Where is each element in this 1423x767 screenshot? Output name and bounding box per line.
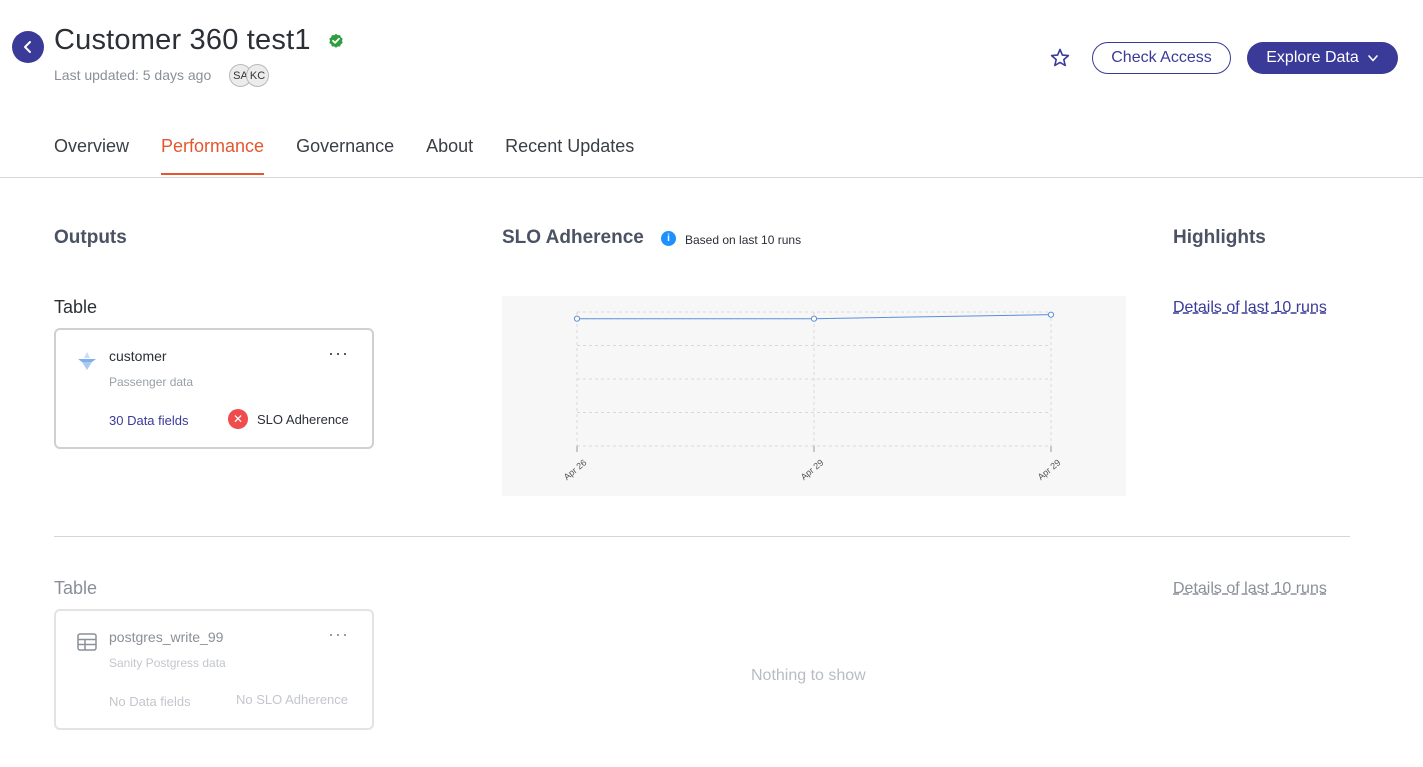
output-name: postgres_write_99 bbox=[109, 629, 224, 645]
data-point bbox=[573, 315, 581, 322]
tab-governance[interactable]: Governance bbox=[296, 136, 394, 175]
avatar[interactable]: KC bbox=[246, 64, 269, 87]
outputs-heading: Outputs bbox=[54, 227, 127, 248]
details-link[interactable]: Details of last 10 runs bbox=[1173, 299, 1327, 317]
x-tick-label: Apr 26 bbox=[562, 457, 589, 482]
x-tick-label: Apr 29 bbox=[1036, 457, 1063, 482]
chevron-down-icon bbox=[1367, 55, 1378, 62]
more-options-icon[interactable]: ··· bbox=[328, 625, 349, 643]
explore-data-label: Explore Data bbox=[1266, 49, 1359, 66]
owner-avatars: SA KC bbox=[229, 64, 273, 88]
data-point bbox=[810, 315, 818, 322]
empty-state: Nothing to show bbox=[751, 667, 866, 684]
section-divider bbox=[54, 536, 1350, 537]
table-icon bbox=[77, 633, 97, 651]
data-fields-link[interactable]: 30 Data fields bbox=[109, 413, 189, 428]
slo-chart: Apr 26 Apr 29 Apr 29 bbox=[502, 296, 1126, 496]
error-x-icon: ✕ bbox=[228, 409, 248, 429]
data-fields-link: No Data fields bbox=[109, 694, 191, 709]
highlights-heading: Highlights bbox=[1173, 227, 1266, 248]
slo-heading: SLO Adherence bbox=[502, 227, 644, 248]
back-arrow-icon bbox=[24, 41, 31, 53]
check-access-button[interactable]: Check Access bbox=[1092, 42, 1231, 74]
output-card-postgres[interactable]: postgres_write_99 Sanity Postgress data … bbox=[54, 609, 374, 730]
info-icon[interactable]: i bbox=[661, 231, 676, 246]
more-options-icon[interactable]: ··· bbox=[328, 344, 349, 362]
output-type-label: Table bbox=[54, 297, 98, 317]
tab-performance[interactable]: Performance bbox=[161, 136, 265, 175]
slo-chart-svg: Apr 26 Apr 29 Apr 29 bbox=[562, 311, 1063, 482]
last-updated: Last updated: 5 days ago bbox=[54, 67, 212, 83]
tab-recent-updates[interactable]: Recent Updates bbox=[505, 136, 634, 175]
verified-check-icon bbox=[329, 33, 343, 48]
iceberg-icon bbox=[78, 352, 96, 370]
slo-status-label: SLO Adherence bbox=[257, 411, 349, 427]
data-point bbox=[1047, 311, 1055, 318]
details-link[interactable]: Details of last 10 runs bbox=[1173, 580, 1327, 598]
explore-data-button[interactable]: Explore Data bbox=[1247, 42, 1398, 74]
output-type-label: Table bbox=[54, 578, 98, 598]
output-description: Passenger data bbox=[109, 375, 194, 389]
output-description: Sanity Postgress data bbox=[109, 656, 226, 670]
slo-status: ✕ SLO Adherence bbox=[228, 409, 349, 429]
tabs-divider bbox=[0, 177, 1423, 178]
output-name: customer bbox=[109, 348, 167, 364]
slo-note: Based on last 10 runs bbox=[685, 233, 802, 247]
tab-bar: Overview Performance Governance About Re… bbox=[54, 136, 666, 175]
slo-status-label: No SLO Adherence bbox=[236, 692, 349, 707]
tab-about[interactable]: About bbox=[426, 136, 473, 175]
star-icon[interactable] bbox=[1049, 47, 1071, 69]
output-card-customer[interactable]: customer Passenger data ··· 30 Data fiel… bbox=[54, 328, 374, 449]
x-tick-label: Apr 29 bbox=[799, 457, 826, 482]
back-button[interactable] bbox=[12, 31, 44, 63]
page-title: Customer 360 test1 bbox=[54, 24, 311, 56]
tab-overview[interactable]: Overview bbox=[54, 136, 129, 175]
